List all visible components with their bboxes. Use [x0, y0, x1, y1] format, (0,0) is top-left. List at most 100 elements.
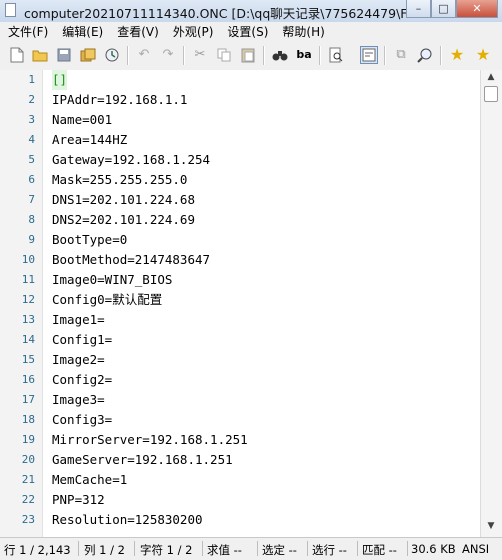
toolbar-separator [127, 46, 129, 65]
editor-line[interactable]: 23 Resolution=125830200 [0, 510, 480, 530]
new-file-icon[interactable] [8, 46, 26, 64]
toolbar-separator [384, 46, 386, 65]
line-number: 11 [21, 273, 35, 286]
maximize-button[interactable]: □ [431, 0, 456, 18]
line-text[interactable]: IPAddr=192.168.1.1 [52, 90, 187, 110]
line-text[interactable]: MirrorServer=192.168.1.251 [52, 430, 248, 450]
toolbar-separator [440, 46, 442, 65]
editor-line[interactable]: 16 Config2= [0, 370, 480, 390]
editor-line[interactable]: 19 MirrorServer=192.168.1.251 [0, 430, 480, 450]
line-number: 21 [21, 473, 35, 486]
editor-line[interactable]: 10 BootMethod=2147483647 [0, 250, 480, 270]
editor-line[interactable]: 2 IPAddr=192.168.1.1 [0, 90, 480, 110]
editor-pane[interactable]: 1 [] 2 IPAddr=192.168.1.1 3 Name=001 4 Area=144… [0, 70, 480, 537]
line-number: 10 [21, 253, 35, 266]
editor-line[interactable]: 4 Area=144HZ [0, 130, 480, 150]
line-text[interactable]: Gateway=192.168.1.254 [52, 150, 210, 170]
line-text[interactable]: BootType=0 [52, 230, 127, 250]
status-selected: 选定 -- [262, 543, 297, 557]
editor-line[interactable]: 18 Config3= [0, 410, 480, 430]
cut-icon[interactable]: ✂ [191, 46, 209, 64]
status-line: 行 1 / 2,143 [4, 543, 71, 557]
redo-icon[interactable]: ↷ [159, 46, 177, 64]
editor-line[interactable]: 3 Name=001 [0, 110, 480, 130]
line-number: 2 [28, 93, 35, 106]
editor-line[interactable]: 1 [] [0, 70, 480, 90]
vertical-scrollbar[interactable]: ▲ ▼ [480, 70, 502, 537]
line-number: 14 [21, 333, 35, 346]
line-text[interactable]: DNS2=202.101.224.69 [52, 210, 195, 230]
open-folder-icon[interactable] [31, 46, 49, 64]
replace-icon[interactable]: ba [295, 46, 313, 64]
add-favorite-icon[interactable]: ★ [474, 46, 492, 64]
editor-line[interactable]: 6 Mask=255.255.255.0 [0, 170, 480, 190]
status-file-size: 30.6 KB [411, 542, 456, 556]
line-text[interactable]: Image1= [52, 310, 105, 330]
line-text[interactable]: Mask=255.255.255.0 [52, 170, 187, 190]
line-text[interactable]: Config0=默认配置 [52, 290, 162, 310]
word-wrap-icon[interactable] [360, 46, 378, 64]
line-number: 6 [28, 173, 35, 186]
favorites-icon[interactable]: ★ [448, 46, 466, 64]
line-text[interactable]: DNS1=202.101.224.68 [52, 190, 195, 210]
close-button[interactable]: ✕ [456, 0, 498, 18]
status-match: 匹配 -- [362, 543, 397, 557]
goto-icon[interactable] [327, 46, 345, 64]
editor-line[interactable]: 13 Image1= [0, 310, 480, 330]
title-bar: computer20210711114340.ONC [D:\qq聊天记录\77… [0, 0, 502, 23]
editor-line[interactable]: 7 DNS1=202.101.224.68 [0, 190, 480, 210]
scheme-icon[interactable]: ⧉ [392, 46, 410, 64]
line-text[interactable]: BootMethod=2147483647 [52, 250, 210, 270]
line-number: 13 [21, 313, 35, 326]
line-number: 5 [28, 153, 35, 166]
line-text[interactable]: Image3= [52, 390, 105, 410]
line-text[interactable]: MemCache=1 [52, 470, 127, 490]
line-text[interactable]: Name=001 [52, 110, 112, 130]
line-number: 15 [21, 353, 35, 366]
line-text[interactable]: Image0=WIN7_BIOS [52, 270, 172, 290]
line-text[interactable]: Config2= [52, 370, 112, 390]
editor-line[interactable]: 20 GameServer=192.168.1.251 [0, 450, 480, 470]
editor-line[interactable]: 15 Image2= [0, 350, 480, 370]
scroll-down-icon[interactable]: ▼ [484, 521, 498, 535]
line-text[interactable]: Config1= [52, 330, 112, 350]
line-text[interactable]: Area=144HZ [52, 130, 127, 150]
find-icon[interactable] [271, 46, 289, 64]
minimize-button[interactable]: – [406, 0, 431, 18]
editor-line[interactable]: 21 MemCache=1 [0, 470, 480, 490]
scroll-up-icon[interactable]: ▲ [484, 72, 498, 86]
paste-icon[interactable] [239, 46, 257, 64]
line-number: 20 [21, 453, 35, 466]
status-separator [307, 541, 308, 556]
line-text[interactable]: Config3= [52, 410, 112, 430]
status-column: 列 1 / 2 [84, 543, 125, 557]
editor-line[interactable]: 12 Config0=默认配置 [0, 290, 480, 310]
line-text[interactable]: PNP=312 [52, 490, 105, 510]
line-text[interactable]: Resolution=125830200 [52, 510, 203, 530]
menu-edit[interactable]: 编辑(E) [54, 23, 109, 40]
line-text[interactable]: [] [52, 70, 68, 90]
toolbar: ↶ ↷ ✂ ba ⧉ ★ ★ [0, 41, 502, 71]
zoom-icon[interactable] [416, 46, 434, 64]
menu-help[interactable]: 帮助(H) [274, 23, 330, 40]
undo-icon[interactable]: ↶ [135, 46, 153, 64]
editor-line[interactable]: 9 BootType=0 [0, 230, 480, 250]
line-number: 18 [21, 413, 35, 426]
line-text[interactable]: Image2= [52, 350, 105, 370]
editor-line[interactable]: 22 PNP=312 [0, 490, 480, 510]
revert-icon[interactable] [103, 46, 121, 64]
editor-line[interactable]: 17 Image3= [0, 390, 480, 410]
editor-line[interactable]: 5 Gateway=192.168.1.254 [0, 150, 480, 170]
save-icon[interactable] [55, 46, 73, 64]
menu-view[interactable]: 查看(V) [109, 23, 165, 40]
editor-line[interactable]: 11 Image0=WIN7_BIOS [0, 270, 480, 290]
editor-line[interactable]: 14 Config1= [0, 330, 480, 350]
copy-icon[interactable] [215, 46, 233, 64]
line-text[interactable]: GameServer=192.168.1.251 [52, 450, 233, 470]
editor-line[interactable]: 8 DNS2=202.101.224.69 [0, 210, 480, 230]
scroll-thumb[interactable] [484, 86, 498, 102]
save-all-icon[interactable] [79, 46, 97, 64]
menu-settings[interactable]: 设置(S) [219, 23, 274, 40]
menu-appearance[interactable]: 外观(P) [165, 23, 220, 40]
menu-file[interactable]: 文件(F) [0, 23, 54, 40]
